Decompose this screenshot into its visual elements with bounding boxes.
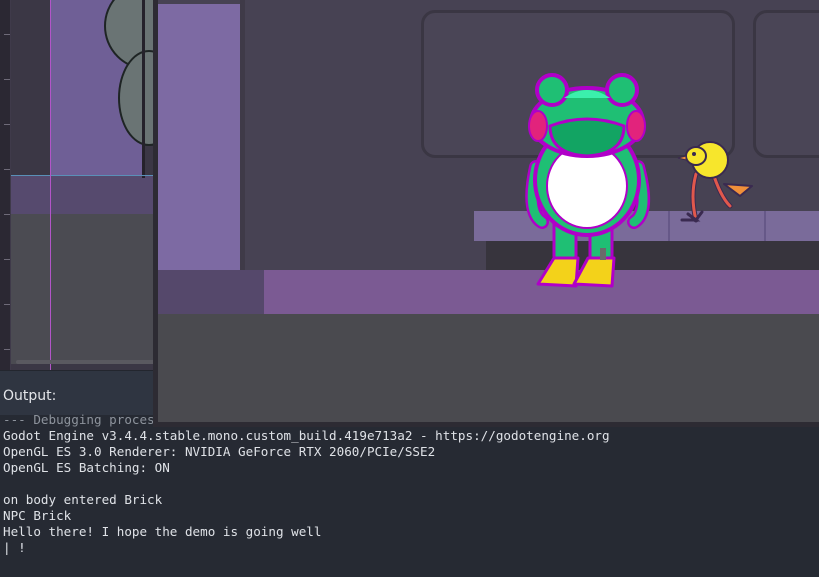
ruler-tick <box>4 79 10 80</box>
scene-pillar <box>158 4 240 270</box>
game-viewport[interactable] <box>158 0 819 422</box>
log-line: | ! <box>3 540 26 555</box>
editor-vertical-ruler[interactable] <box>0 0 11 370</box>
log-line <box>3 476 815 492</box>
output-log[interactable]: --- Debugging process started --- Godot … <box>3 412 815 556</box>
ruler-tick <box>4 169 10 170</box>
scene-pillar-edge <box>240 0 245 270</box>
log-line: OpenGL ES 3.0 Renderer: NVIDIA GeForce R… <box>3 444 436 459</box>
log-line: NPC Brick <box>3 508 72 523</box>
ruler-tick <box>4 259 10 260</box>
editor-horizontal-scrollbar[interactable] <box>16 360 156 364</box>
ruler-tick <box>4 214 10 215</box>
editor-vertical-guide <box>50 0 51 370</box>
log-line: OpenGL ES Batching: ON <box>3 460 170 475</box>
ruler-tick <box>4 349 10 350</box>
bench-divider <box>764 211 766 241</box>
log-line: Godot Engine v3.4.4.stable.mono.custom_b… <box>3 428 610 443</box>
train-window-panel <box>753 10 819 158</box>
editor-scene-ground <box>10 214 160 364</box>
output-panel-title: Output: <box>3 388 57 404</box>
editor-viewport[interactable] <box>0 0 160 370</box>
editor-horizontal-guide <box>10 175 160 176</box>
floor-shadow <box>158 270 264 314</box>
ruler-tick <box>4 124 10 125</box>
ruler-tick <box>4 34 10 35</box>
ruler-tick <box>4 304 10 305</box>
ground <box>158 314 819 422</box>
frog-character-icon <box>525 73 651 288</box>
editor-scene-floor <box>10 176 160 214</box>
game-window[interactable] <box>153 0 819 427</box>
log-line: on body entered Brick <box>3 492 163 507</box>
yellow-bird-npc-icon <box>677 141 753 223</box>
editor-scene-post <box>142 0 145 178</box>
log-line: Hello there! I hope the demo is going we… <box>3 524 322 539</box>
